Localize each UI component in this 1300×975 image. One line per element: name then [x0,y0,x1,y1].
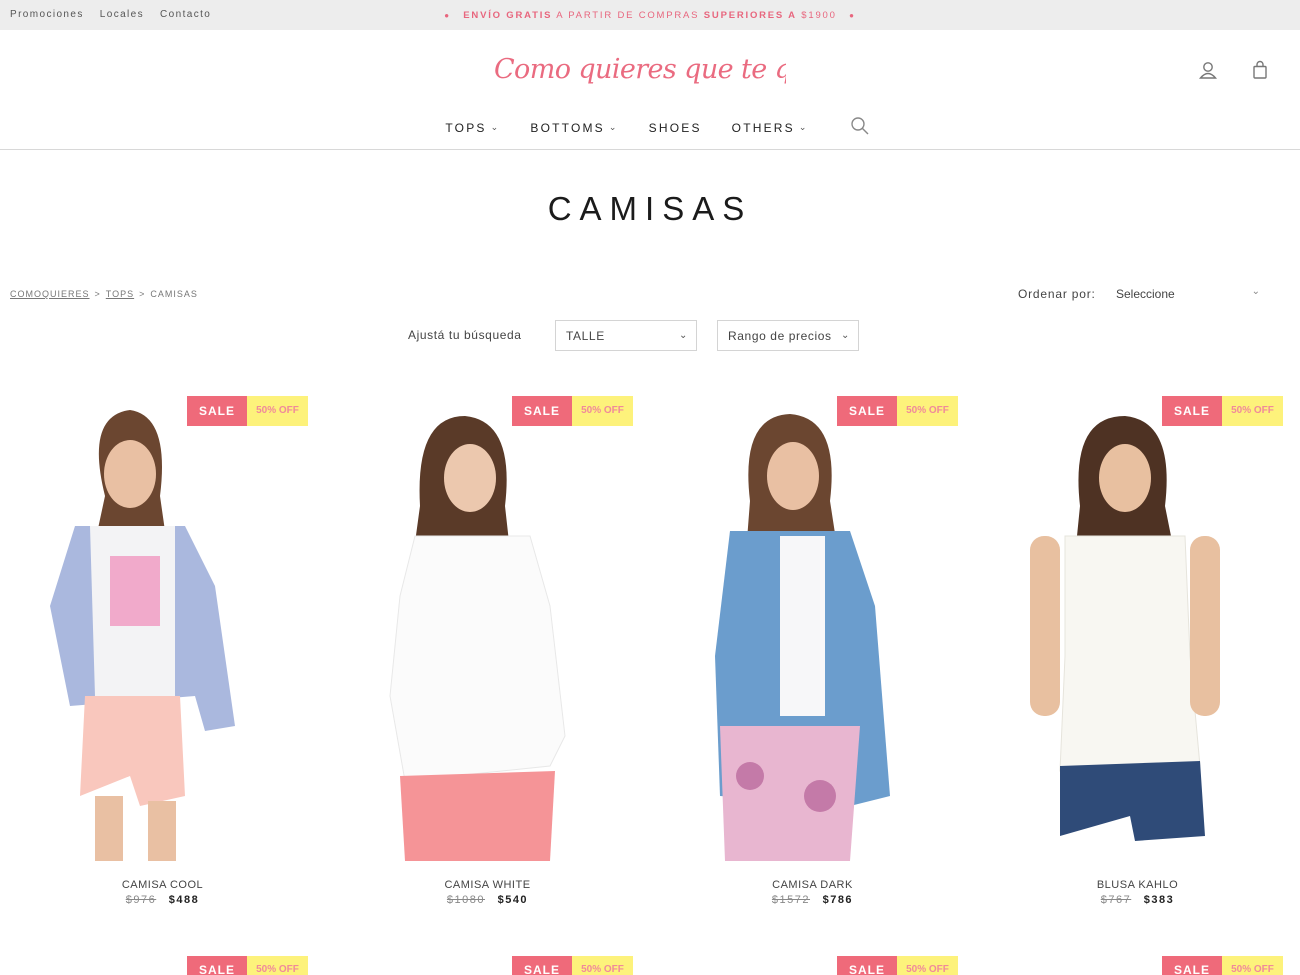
logo-wordmark: Como quieres que te quiera [494,54,786,85]
promo-text-1: A PARTIR DE COMPRAS [556,10,700,21]
discount-badge: SALE 50% OFF [837,956,958,975]
off-label: 50% OFF [247,956,308,975]
product-image[interactable] [975,396,1300,861]
product-image[interactable] [650,396,975,861]
free-shipping-banner: ● ENVÍO GRATIS A PARTIR DE COMPRAS SUPER… [0,10,1300,21]
product-name[interactable]: CAMISA WHITE [325,879,650,891]
sale-label: SALE [187,396,247,426]
old-price: $1080 [446,894,486,906]
chevron-down-icon: ⌄ [1251,286,1260,297]
sale-price: $540 [497,894,529,906]
main-nav: TOPS ⌄ BOTTOMS ⌄ SHOES OTHERS ⌄ [0,116,1300,136]
product-price: $976 $488 [0,894,325,906]
price-filter-value: Rango de precios [728,329,832,343]
sale-label: SALE [512,956,572,975]
chevron-down-icon: ⌄ [679,330,688,341]
sort-select[interactable]: Seleccione ⌄ [1116,286,1266,303]
product-price: $767 $383 [975,894,1300,906]
discount-badge: SALE 50% OFF [1162,956,1283,975]
size-filter-select[interactable]: TALLE ⌄ [555,320,697,351]
price-filter-select[interactable]: Rango de precios ⌄ [717,320,859,351]
nav-shoes-label: SHOES [648,120,702,135]
sale-price: $488 [168,894,200,906]
product-price: $1080 $540 [325,894,650,906]
chevron-down-icon: ⌄ [798,122,809,132]
bullet-icon: ● [444,11,451,20]
search-icon[interactable] [850,116,870,136]
old-price: $976 [125,894,157,906]
nav-bottoms-label: BOTTOMS [530,120,605,135]
nav-bottoms[interactable]: BOTTOMS ⌄ [530,119,618,136]
top-bar: Promociones Locales Contacto ● ENVÍO GRA… [0,0,1300,30]
nav-shoes[interactable]: SHOES [649,119,702,136]
promo-strong-1: ENVÍO GRATIS [463,10,553,21]
brand-logo[interactable]: Como quieres que te quiera [494,48,860,98]
promo-strong-2: SUPERIORES A [703,10,797,21]
off-label: 50% OFF [1222,396,1283,426]
product-name[interactable]: CAMISA COOL [0,879,325,891]
chevron-down-icon: ⌄ [490,122,501,132]
breadcrumb-home[interactable]: COMOQUIERES [10,289,90,299]
breadcrumb: COMOQUIERES > TOPS > CAMISAS [10,289,198,299]
site-header: Como quieres que te quiera TOPS ⌄ BOTTOM… [0,30,1300,150]
chevron-down-icon: ⌄ [841,330,850,341]
product-image[interactable] [325,396,650,861]
logo-script: Como quieres que te quiera [494,54,860,85]
discount-badge: SALE 50% OFF [187,396,308,426]
size-filter-value: TALLE [566,329,605,343]
sort-selected-value: Seleccione [1116,287,1175,301]
discount-badge: SALE 50% OFF [837,396,958,426]
breadcrumb-separator: > [139,289,146,299]
discount-badge: SALE 50% OFF [1162,396,1283,426]
breadcrumb-tops[interactable]: TOPS [106,289,134,299]
sale-price: $786 [822,894,854,906]
shopping-bag-icon[interactable] [1250,60,1270,80]
breadcrumb-separator: > [94,289,101,299]
user-icon[interactable] [1198,60,1218,80]
product-name[interactable]: CAMISA DARK [650,879,975,891]
bullet-icon: ● [849,11,856,20]
header-actions [1198,60,1270,80]
sale-label: SALE [512,396,572,426]
breadcrumb-current: CAMISAS [150,289,198,299]
sort-label: Ordenar por: [1018,287,1096,301]
nav-others-label: OTHERS [731,120,795,135]
old-price: $767 [1100,894,1132,906]
sale-label: SALE [187,956,247,975]
discount-badge: SALE 50% OFF [187,956,308,975]
sale-label: SALE [837,956,897,975]
discount-badge: SALE 50% OFF [512,956,633,975]
off-label: 50% OFF [1222,956,1283,975]
old-price: $1572 [771,894,811,906]
sale-label: SALE [837,396,897,426]
sale-label: SALE [1162,396,1222,426]
promo-amount: $1900 [801,10,837,21]
nav-others[interactable]: OTHERS ⌄ [732,119,809,136]
chevron-down-icon: ⌄ [608,122,619,132]
off-label: 50% OFF [572,396,633,426]
sale-price: $383 [1143,894,1175,906]
product-name[interactable]: BLUSA KAHLO [975,879,1300,891]
page-title: CAMISAS [547,190,753,227]
product-image[interactable] [0,396,325,861]
off-label: 50% OFF [572,956,633,975]
off-label: 50% OFF [897,396,958,426]
sale-label: SALE [1162,956,1222,975]
product-price: $1572 $786 [650,894,975,906]
off-label: 50% OFF [897,956,958,975]
discount-badge: SALE 50% OFF [512,396,633,426]
filter-label: Ajustá tu búsqueda [408,328,522,342]
nav-tops-label: TOPS [445,120,487,135]
off-label: 50% OFF [247,396,308,426]
nav-tops[interactable]: TOPS ⌄ [445,119,500,136]
